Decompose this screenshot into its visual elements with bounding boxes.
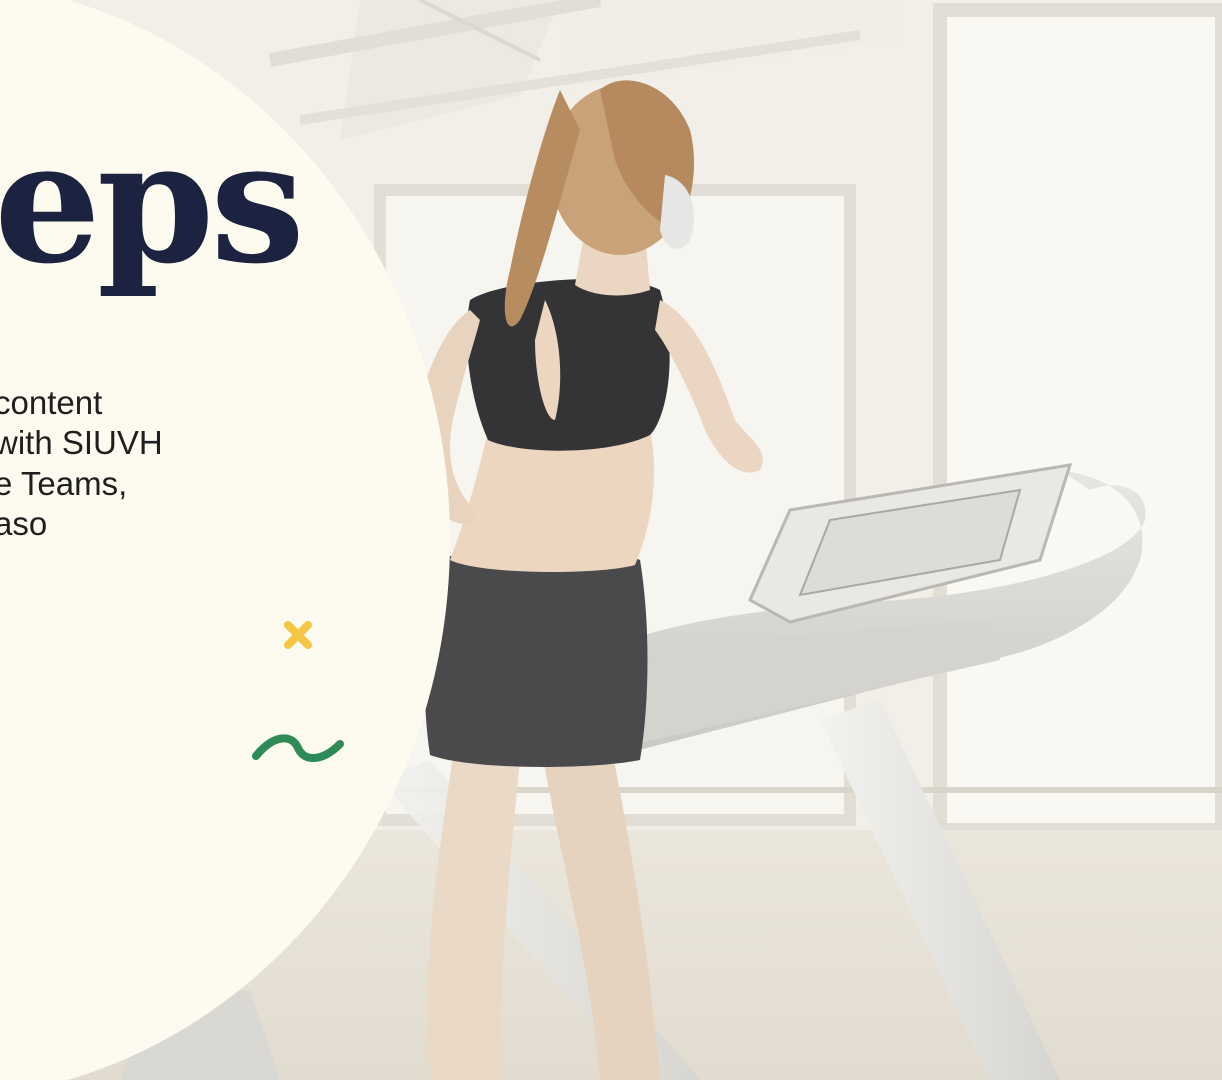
close-icon <box>284 621 312 649</box>
slide: eps content with SIUVH e Teams, aso <box>0 0 1222 1080</box>
slide-headline: eps <box>0 103 305 301</box>
body-line: e Teams, <box>0 464 128 502</box>
slide-body-text: content with SIUVH e Teams, aso <box>0 383 163 544</box>
wave-icon <box>252 734 344 762</box>
body-line: aso <box>0 504 48 542</box>
body-line: with SIUVH <box>0 424 163 462</box>
body-line: content <box>0 384 103 421</box>
